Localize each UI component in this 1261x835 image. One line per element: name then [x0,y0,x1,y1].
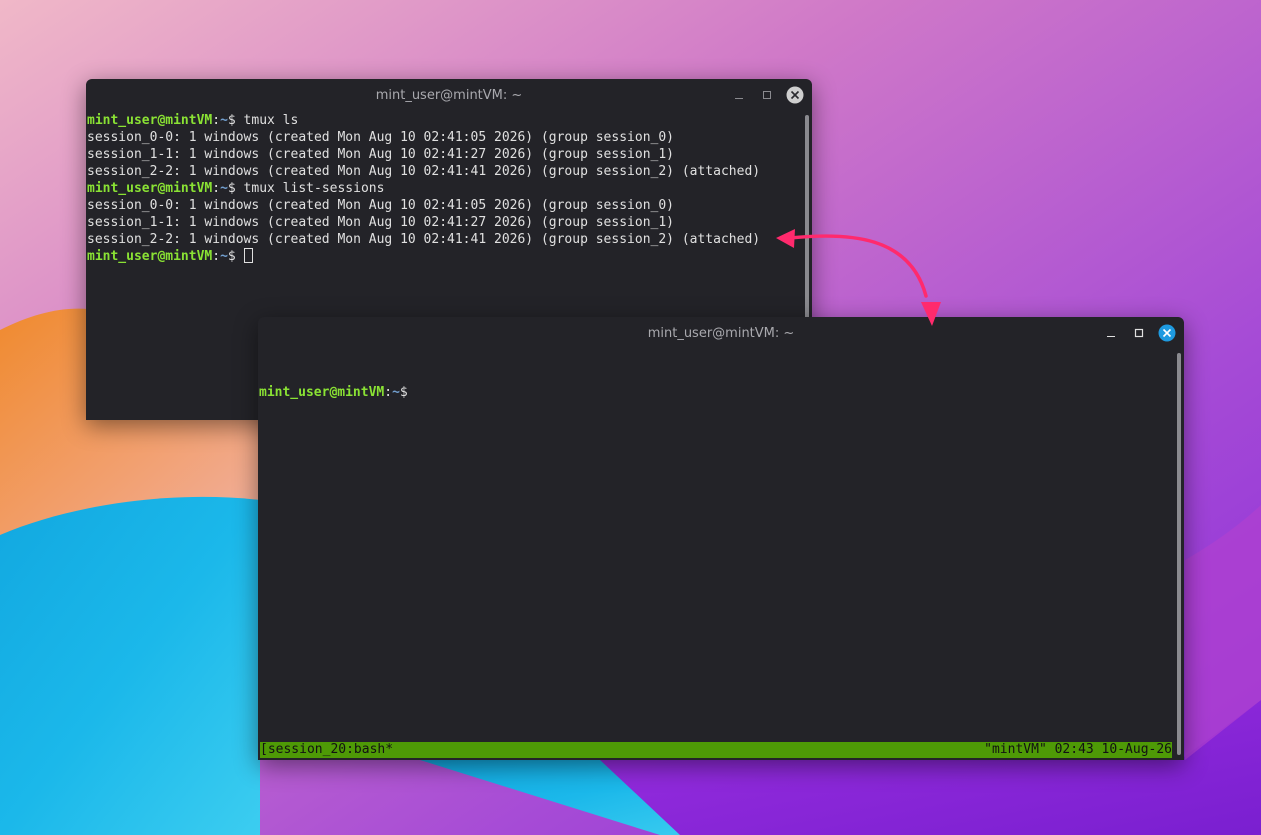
status-session: [session_20:bash* [260,742,394,757]
maximize-button[interactable] [1130,324,1148,342]
prompt-user-host: mint_user@mintVM [87,181,213,196]
tmux-status-bar: [session_20:bash* "mintVM" 02:43 10-Aug-… [260,742,1172,758]
prompt-separator: : [212,249,221,264]
window-title: mint_user@mintVM: ~ [647,325,795,341]
window-title: mint_user@mintVM: ~ [375,87,523,103]
prompt-line: mint_user@mintVM:~$ tmux list-sessions [87,180,798,197]
prompt-separator: : [212,181,221,196]
minimize-icon [735,98,743,99]
output-line: session_0-0: 1 windows (created Mon Aug … [87,130,674,145]
close-icon [1158,324,1176,342]
prompt-user-host: mint_user@mintVM [87,113,213,128]
maximize-icon [1134,328,1144,338]
prompt-path: ~ [392,385,400,400]
minimize-button[interactable] [1102,324,1120,342]
terminal-output[interactable]: mint_user@mintVM:~$ [259,350,1170,760]
minimize-button[interactable] [730,86,748,104]
status-host-time: "mintVM" 02:43 10-Aug-26 [984,742,1172,757]
prompt-separator: : [384,385,393,400]
output-line: session_0-0: 1 windows (created Mon Aug … [87,198,674,213]
output-line: session_1-1: 1 windows (created Mon Aug … [87,215,674,230]
maximize-icon [763,91,771,99]
prompt-separator: : [212,113,221,128]
prompt-line: mint_user@mintVM:~$ [87,248,798,265]
prompt-user-host: mint_user@mintVM [87,249,213,264]
prompt-symbol: $ [227,113,244,128]
scrollbar[interactable] [1177,353,1181,755]
terminal-cursor [243,248,253,263]
prompt-user-host: mint_user@mintVM [259,385,385,400]
output-line: session_2-2: 1 windows (created Mon Aug … [87,232,761,247]
output-line: session_1-1: 1 windows (created Mon Aug … [87,147,674,162]
prompt-symbol: $ [399,385,408,400]
prompt-path: ~ [220,249,228,264]
command-text: tmux ls [243,113,299,128]
terminal-window-front: mint_user@mintVM: ~ mint_user@mintVM:~$ … [258,317,1184,760]
command-text: tmux list-sessions [243,181,385,196]
prompt-line: mint_user@mintVM:~$ tmux ls [87,112,798,129]
prompt-line: mint_user@mintVM:~$ [259,384,1170,401]
prompt-symbol: $ [227,249,244,264]
close-button[interactable] [1158,324,1176,342]
maximize-button[interactable] [758,86,776,104]
prompt-path: ~ [220,181,228,196]
output-line: session_2-2: 1 windows (created Mon Aug … [87,164,761,179]
minimize-icon [1107,336,1115,337]
titlebar[interactable]: mint_user@mintVM: ~ [258,317,1184,349]
prompt-path: ~ [220,113,228,128]
titlebar[interactable]: mint_user@mintVM: ~ [86,79,812,111]
prompt-symbol: $ [227,181,244,196]
close-icon [786,86,804,104]
close-button[interactable] [786,86,804,104]
